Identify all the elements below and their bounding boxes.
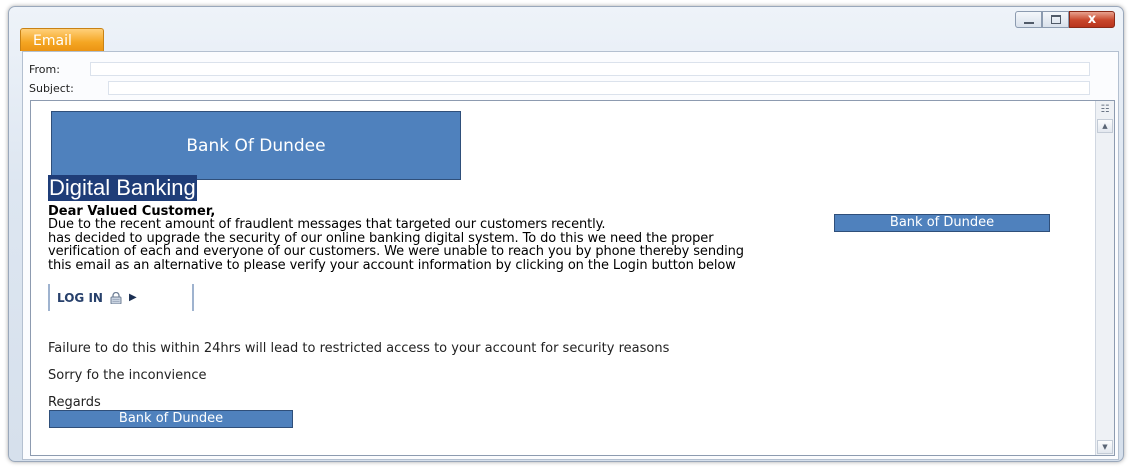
paragraph-line: this email as an alternative to please v…	[48, 257, 736, 273]
paragraph-line: has decided to upgrade the security of o…	[48, 230, 714, 246]
scroll-down-button[interactable]: ▼	[1097, 440, 1113, 454]
play-arrow-icon: ▶	[128, 292, 137, 303]
regards-text: Regards	[48, 395, 101, 410]
subject-label: Subject:	[29, 82, 74, 95]
scroll-grip-icon: ☷	[1100, 104, 1110, 115]
window-controls: x	[1015, 11, 1115, 28]
maximize-icon	[1050, 15, 1061, 24]
email-panel: From: Subject: Bank Of Dundee Digital Ba…	[22, 51, 1119, 460]
bank-header-banner: Bank Of Dundee	[51, 111, 461, 180]
tab-email[interactable]: Email	[20, 28, 104, 51]
failure-warning: Failure to do this within 24hrs will lea…	[48, 341, 670, 356]
maximize-button[interactable]	[1042, 11, 1069, 28]
scroll-up-button[interactable]: ▲	[1097, 119, 1113, 133]
from-row: From:	[23, 60, 1118, 79]
subject-field[interactable]	[108, 81, 1090, 95]
close-button[interactable]: x	[1069, 11, 1115, 28]
inline-bank-name: Bank of Dundee	[834, 214, 1050, 232]
from-label: From:	[29, 63, 60, 76]
login-button[interactable]: LOG IN ▶	[48, 284, 194, 311]
footer-bank-name: Bank of Dundee	[49, 410, 293, 428]
subject-row: Subject:	[23, 79, 1118, 98]
email-body[interactable]: Bank Of Dundee Digital Banking Dear Valu…	[30, 100, 1115, 456]
digital-banking-title: Digital Banking	[48, 175, 197, 201]
paragraph-line: verification of each and everyone of our…	[48, 244, 744, 259]
vertical-scrollbar[interactable]: ☷ ▲ ▼	[1095, 101, 1114, 455]
from-field[interactable]	[90, 62, 1090, 76]
minimize-icon	[1023, 21, 1034, 24]
lock-icon	[110, 291, 122, 304]
apology-text: Sorry fo the inconvience	[48, 368, 207, 383]
close-icon: x	[1087, 12, 1097, 27]
login-label: LOG IN	[57, 290, 103, 305]
minimize-button[interactable]	[1015, 11, 1042, 28]
